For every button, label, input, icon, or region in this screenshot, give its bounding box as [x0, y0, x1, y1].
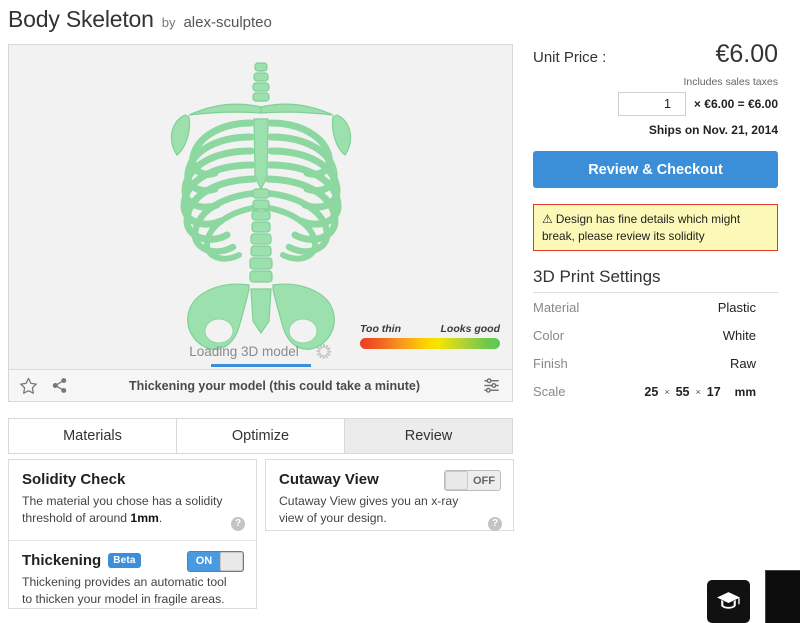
setting-key-material: Material [533, 300, 580, 316]
cutaway-card: Cutaway View OFF Cutaway View gives you … [265, 459, 514, 531]
tab-optimize[interactable]: Optimize [177, 418, 345, 454]
review-checkout-button[interactable]: Review & Checkout [533, 151, 778, 188]
help-icon[interactable]: ? [231, 516, 245, 531]
thickening-title-label: Thickening [22, 551, 102, 569]
app-page: Body Skeleton by alex-sculpteo Loading 3… [0, 0, 800, 623]
solidity-card: Solidity Check The material you chose ha… [8, 459, 257, 609]
education-widget-button[interactable] [707, 580, 750, 623]
author-link[interactable]: alex-sculpteo [183, 14, 271, 31]
thickness-legend: Too thin Looks good [360, 323, 500, 349]
legend-low-label: Too thin [360, 323, 402, 335]
unit-price-row: Unit Price : €6.00 [533, 40, 778, 69]
setting-key-finish: Finish [533, 356, 568, 372]
model-viewer[interactable]: Loading 3D model Too thin Looks good Thi… [8, 44, 513, 402]
solidity-check-description: The material you chose has a solidity th… [22, 493, 227, 528]
page-title: Body Skeleton [8, 6, 154, 32]
page-header: Body Skeleton by alex-sculpteo [8, 6, 272, 33]
quantity-row: × €6.00 = €6.00 [533, 92, 778, 116]
byline-label: by [161, 15, 176, 30]
unit-price-label: Unit Price : [533, 49, 607, 66]
scale-separator: × [664, 386, 670, 397]
cutaway-section: Cutaway View OFF Cutaway View gives you … [266, 460, 513, 540]
warning-text: Design has fine details which might brea… [542, 212, 741, 243]
setting-row-scale[interactable]: Scale 25 × 55 × 17 mm [533, 377, 778, 405]
solidity-check-title: Solidity Check [22, 471, 126, 488]
quantity-input[interactable] [617, 92, 686, 116]
solidity-warning-banner: ⚠ Design has fine details which might br… [533, 204, 778, 252]
scale-z: 17 [706, 384, 721, 399]
taxes-note: Includes sales taxes [683, 76, 778, 88]
price-calculation: × €6.00 = €6.00 [693, 97, 778, 111]
setting-row-material[interactable]: Material Plastic [533, 293, 778, 321]
spinner-icon [316, 344, 332, 359]
solidity-check-section: Solidity Check The material you chose ha… [9, 460, 256, 540]
graduation-cap-icon [717, 592, 740, 609]
thickening-section: Thickening Beta ON Thickening provides a… [9, 539, 256, 621]
sliders-icon[interactable] [481, 376, 502, 395]
beta-badge: Beta [108, 552, 141, 568]
model-viewer-canvas[interactable]: Loading 3D model Too thin Looks good [9, 45, 512, 401]
skeleton-3d-model [170, 62, 351, 350]
solidity-desc-prefix: The material you chose has a solidity th… [22, 494, 223, 526]
toggle-knob [445, 471, 468, 490]
viewer-status-text: Thickening your model (this could take a… [128, 378, 420, 393]
cutaway-toggle[interactable]: OFF [444, 470, 501, 491]
scale-unit: mm [734, 384, 756, 399]
star-icon[interactable] [19, 376, 38, 395]
scale-x: 25 [644, 384, 659, 399]
print-settings-title: 3D Print Settings [533, 267, 778, 294]
setting-key-scale: Scale [533, 384, 566, 400]
chat-widget-panel[interactable] [765, 570, 800, 623]
solidity-threshold-value: 1mm [130, 511, 159, 526]
thickening-toggle[interactable]: ON [187, 550, 244, 572]
workflow-tabs: Materials Optimize Review [8, 418, 513, 454]
loading-progress-bar [136, 364, 386, 367]
thickening-description: Thickening provides an automatic tool to… [22, 574, 227, 606]
loading-progress-fill [210, 364, 311, 367]
tab-materials[interactable]: Materials [8, 418, 177, 454]
shipping-date: Ships on Nov. 21, 2014 [648, 123, 778, 137]
scale-separator: × [695, 386, 701, 397]
order-panel: Unit Price : €6.00 Includes sales taxes … [533, 40, 778, 405]
scale-y: 55 [675, 384, 690, 399]
loading-label: Loading 3D model [189, 344, 299, 359]
setting-key-color: Color [533, 328, 565, 344]
setting-value-material: Plastic [717, 300, 756, 316]
help-icon[interactable]: ? [488, 516, 502, 531]
tab-review[interactable]: Review [345, 418, 513, 454]
legend-high-label: Looks good [440, 323, 501, 335]
viewer-toolbar: Thickening your model (this could take a… [9, 369, 512, 401]
solidity-desc-suffix: . [158, 511, 163, 526]
setting-value-finish: Raw [729, 356, 756, 372]
cutaway-toggle-state: OFF [473, 474, 495, 487]
thickening-toggle-state: ON [195, 555, 213, 568]
unit-price-value: €6.00 [715, 40, 778, 68]
share-icon[interactable] [51, 377, 68, 394]
thickness-gradient-bar [360, 338, 500, 349]
toggle-knob [220, 551, 243, 571]
warning-triangle-icon: ⚠ [542, 212, 553, 226]
setting-row-finish[interactable]: Finish Raw [533, 349, 778, 377]
cutaway-description: Cutaway View gives you an x-ray view of … [279, 494, 459, 526]
scale-dimensions: 25 × 55 × 17 mm [644, 385, 778, 399]
setting-value-color: White [722, 328, 756, 344]
setting-row-color[interactable]: Color White [533, 321, 778, 349]
